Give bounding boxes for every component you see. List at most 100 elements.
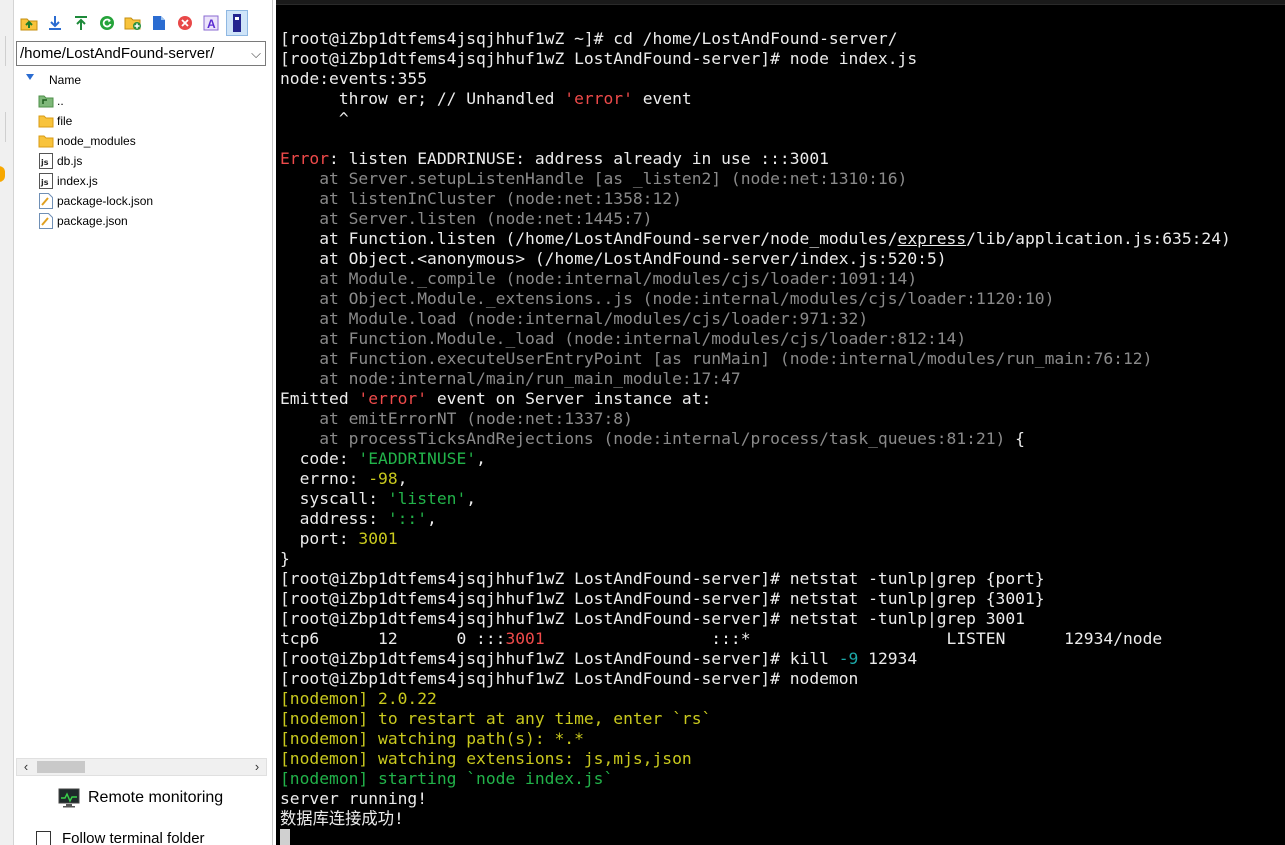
terminal-line: Emitted 'error' event on Server instance…	[280, 389, 1231, 409]
svg-text:js: js	[40, 158, 49, 167]
terminal-line: at Server.setupListenHandle [as _listen2…	[280, 169, 1231, 189]
parent-folder-icon	[38, 93, 54, 109]
terminal-line: syscall: 'listen',	[280, 489, 1231, 509]
terminal-line: at Object.<anonymous> (/home/LostAndFoun…	[280, 249, 1231, 269]
terminal-text: Error	[280, 149, 330, 168]
terminal-line: [nodemon] 2.0.22	[280, 689, 1231, 709]
terminal-line: 数据库连接成功!	[280, 809, 1231, 829]
terminal-text: :::* LISTEN 12934/node	[544, 629, 1163, 648]
terminal-text: code:	[280, 449, 359, 468]
terminal-line: at node:internal/main/run_main_module:17…	[280, 369, 1231, 389]
terminal-line: server running!	[280, 789, 1231, 809]
terminal-text: [root@iZbp1dtfems4jsqjhhuf1wZ LostAndFou…	[280, 669, 859, 688]
terminal-text: [nodemon] to restart at any time, enter …	[280, 709, 712, 728]
js-file-icon: js	[38, 153, 54, 169]
terminal-text: at Module.load (node:internal/modules/cj…	[280, 309, 869, 328]
terminal-line: at Object.Module._extensions..js (node:i…	[280, 289, 1231, 309]
terminal-text: at Server.listen (node:net:1445:7)	[280, 209, 653, 228]
new-file-icon[interactable]	[148, 10, 170, 36]
terminal-icon[interactable]	[226, 10, 248, 36]
terminal-text: at processTicksAndRejections (node:inter…	[280, 429, 1006, 448]
terminal-text: 12934	[858, 649, 918, 668]
new-folder-icon[interactable]	[122, 10, 144, 36]
terminal-text: port:	[280, 529, 359, 548]
list-item[interactable]: package-lock.json	[38, 191, 153, 211]
terminal-top-border	[276, 0, 1285, 5]
svg-text:js: js	[40, 178, 49, 187]
chevron-down-icon[interactable]: ⌵	[251, 42, 261, 65]
terminal-line: [nodemon] watching path(s): *.*	[280, 729, 1231, 749]
terminal-text: ,	[476, 449, 486, 468]
terminal-text: [root@iZbp1dtfems4jsqjhhuf1wZ ~]# cd /ho…	[280, 29, 898, 48]
checkbox[interactable]	[36, 831, 51, 845]
terminal-text: 3001	[505, 629, 545, 648]
path-value: /home/LostAndFound-server/	[20, 45, 215, 62]
status-indicator-icon	[0, 166, 5, 182]
terminal-line: at Module.load (node:internal/modules/cj…	[280, 309, 1231, 329]
list-item[interactable]: file	[38, 111, 72, 131]
terminal-line: Error: listen EADDRINUSE: address alread…	[280, 149, 1231, 169]
follow-terminal-folder-checkbox[interactable]: Follow terminal folder	[36, 830, 205, 845]
terminal-text: 'listen'	[387, 489, 467, 508]
terminal-text: tcp6 12 0 :::	[280, 629, 506, 648]
terminal-line: errno: -98,	[280, 469, 1231, 489]
rename-icon[interactable]: A	[200, 10, 222, 36]
terminal-line: address: '::',	[280, 509, 1231, 529]
list-item[interactable]: ..	[38, 91, 64, 111]
scroll-left-icon[interactable]: ‹	[17, 759, 35, 775]
terminal-line: }	[280, 549, 1231, 569]
list-item[interactable]: js index.js	[38, 171, 98, 191]
file-browser-panel: A /home/LostAndFound-server/ ⌵ Name .. f…	[0, 0, 273, 845]
terminal-text: express	[897, 229, 967, 248]
terminal-line: node:events:355	[280, 69, 1231, 89]
terminal-text: [nodemon] watching path(s): *.*	[280, 729, 584, 748]
terminal-text: Emitted	[280, 389, 359, 408]
terminal-line: [root@iZbp1dtfems4jsqjhhuf1wZ LostAndFou…	[280, 609, 1231, 629]
horizontal-scrollbar[interactable]: ‹ ›	[16, 758, 267, 776]
terminal-text: address:	[280, 509, 388, 528]
terminal-text: ^	[280, 109, 349, 128]
terminal-line: [nodemon] to restart at any time, enter …	[280, 709, 1231, 729]
side-tab-strip	[0, 0, 14, 845]
terminal-line: at Function.Module._load (node:internal/…	[280, 329, 1231, 349]
upload-icon[interactable]	[70, 10, 92, 36]
terminal-text: 3001	[358, 529, 398, 548]
terminal-text: at Function.listen (/home/LostAndFound-s…	[280, 229, 898, 248]
scroll-right-icon[interactable]: ›	[248, 759, 266, 775]
column-header-name[interactable]: Name	[14, 70, 272, 90]
list-item[interactable]: node_modules	[38, 131, 136, 151]
go-parent-icon[interactable]	[18, 10, 40, 36]
file-list: Name .. file node_modules js db.js js in…	[14, 68, 272, 758]
terminal-line: port: 3001	[280, 529, 1231, 549]
terminal-text: [nodemon] watching extensions: js,mjs,js…	[280, 749, 692, 768]
folder-icon	[38, 133, 54, 149]
list-item[interactable]: js db.js	[38, 151, 82, 171]
terminal-text: event on Server instance at:	[427, 389, 712, 408]
terminal-text: at emitErrorNT (node:net:1337:8)	[280, 409, 633, 428]
terminal-line: [root@iZbp1dtfems4jsqjhhuf1wZ LostAndFou…	[280, 49, 1231, 69]
terminal-text: [root@iZbp1dtfems4jsqjhhuf1wZ LostAndFou…	[280, 609, 1025, 628]
terminal-text: {	[1005, 429, 1025, 448]
path-input[interactable]: /home/LostAndFound-server/ ⌵	[16, 41, 266, 66]
terminal-text: 'error'	[358, 389, 428, 408]
terminal-text: [root@iZbp1dtfems4jsqjhhuf1wZ LostAndFou…	[280, 589, 1045, 608]
terminal-text: at listenInCluster (node:net:1358:12)	[280, 189, 682, 208]
list-item[interactable]: package.json	[38, 211, 128, 231]
terminal-line: at processTicksAndRejections (node:inter…	[280, 429, 1231, 449]
terminal-line: throw er; // Unhandled 'error' event	[280, 89, 1231, 109]
terminal-pane[interactable]: [root@iZbp1dtfems4jsqjhhuf1wZ ~]# cd /ho…	[276, 0, 1285, 845]
terminal-text: at Function.executeUserEntryPoint [as ru…	[280, 349, 1153, 368]
scrollbar-thumb[interactable]	[37, 761, 85, 773]
side-tab[interactable]	[0, 36, 6, 66]
terminal-text: ,	[466, 489, 477, 508]
terminal-line: at Module._compile (node:internal/module…	[280, 269, 1231, 289]
refresh-icon[interactable]	[96, 10, 118, 36]
terminal-text: 数据库连接成功!	[280, 809, 404, 828]
delete-icon[interactable]	[174, 10, 196, 36]
svg-text:A: A	[207, 17, 216, 31]
remote-monitoring-button[interactable]: Remote monitoring	[58, 786, 223, 810]
download-icon[interactable]	[44, 10, 66, 36]
terminal-line: at emitErrorNT (node:net:1337:8)	[280, 409, 1231, 429]
side-tab[interactable]	[0, 112, 6, 142]
